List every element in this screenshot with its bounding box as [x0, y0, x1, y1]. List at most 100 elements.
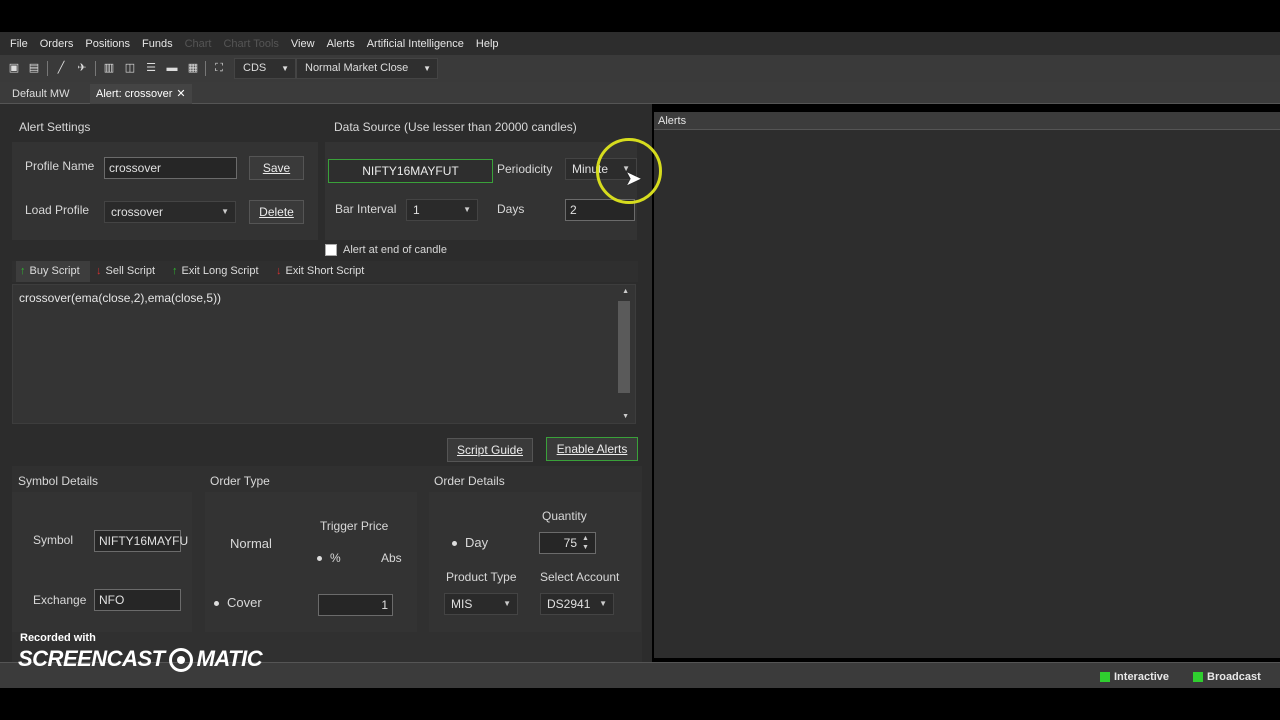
expand-icon[interactable]: ⛶: [212, 61, 226, 75]
tab-exit-short-script-label: Exit Short Script: [285, 265, 365, 277]
exchange-select[interactable]: CDS ▼: [234, 58, 296, 79]
exchange-label: Exchange: [33, 593, 87, 607]
trigger-price-input[interactable]: 1: [318, 594, 393, 616]
tab-default-mw-label: Default MW: [12, 88, 70, 100]
inbox-icon[interactable]: ◫: [123, 61, 137, 75]
menu-view[interactable]: View: [291, 38, 315, 50]
save-button[interactable]: Save: [249, 156, 304, 180]
interactive-label: Interactive: [1114, 671, 1170, 683]
status-led-icon: [1100, 672, 1110, 683]
broadcast-status: Broadcast: [1193, 668, 1261, 686]
load-profile-select[interactable]: crossover ▼: [104, 201, 236, 223]
symbol-input[interactable]: NIFTY16MAYFU: [94, 530, 188, 552]
end-of-candle-label: Alert at end of candle: [343, 244, 447, 256]
scroll-down-icon[interactable]: ▼: [622, 413, 629, 420]
scrollbar-thumb[interactable]: [618, 301, 630, 393]
percent-option[interactable]: %: [317, 551, 341, 565]
day-option[interactable]: Day: [452, 535, 488, 550]
save-icon[interactable]: ▤: [27, 61, 41, 75]
book-icon[interactable]: ▥: [102, 61, 116, 75]
alerts-panel-header: Alerts: [654, 112, 1280, 130]
product-type-select[interactable]: MIS ▼: [444, 593, 518, 615]
chart-icon[interactable]: ╱: [54, 61, 68, 75]
load-profile-value: crossover: [111, 205, 164, 219]
quantity-value: 75: [563, 536, 577, 550]
tab-alert-crossover[interactable]: Alert: crossover ✕: [90, 84, 192, 104]
radio-selected-icon: [214, 601, 219, 607]
select-account-value: DS2941: [547, 597, 591, 611]
market-select-value: Normal Market Close: [305, 62, 409, 74]
market-select[interactable]: Normal Market Close ▼: [296, 58, 438, 79]
chevron-down-icon: ▼: [463, 205, 471, 214]
chevron-down-icon: ▼: [599, 599, 607, 608]
close-icon[interactable]: ✕: [176, 88, 185, 100]
menu-file[interactable]: File: [10, 38, 28, 50]
bottom-letterbox: [0, 688, 1280, 720]
arrow-up-icon: ↑: [172, 265, 178, 277]
abs-option[interactable]: Abs: [381, 551, 402, 565]
menu-alerts[interactable]: Alerts: [327, 38, 355, 50]
normal-option[interactable]: Normal: [230, 536, 272, 551]
tab-buy-script[interactable]: ↑ Buy Script: [16, 261, 90, 282]
menu-orders[interactable]: Orders: [40, 38, 74, 50]
script-content[interactable]: crossover(ema(close,2),ema(close,5)): [19, 291, 221, 305]
cover-label: Cover: [227, 595, 262, 610]
stepper-arrows-icon[interactable]: ▲ ▼: [582, 534, 589, 552]
minus-box-icon[interactable]: ▬: [165, 61, 179, 75]
tab-strip: Default MW Alert: crossover ✕: [0, 82, 1280, 104]
quantity-label: Quantity: [542, 509, 587, 523]
data-source-title: Data Source (Use lesser than 20000 candl…: [334, 120, 577, 134]
broadcast-label: Broadcast: [1207, 671, 1261, 683]
exchange-select-value: CDS: [243, 62, 267, 74]
data-source-box: [325, 142, 637, 240]
toolbar-separator: [95, 61, 96, 76]
list-icon[interactable]: ☰: [144, 61, 158, 75]
menu-help[interactable]: Help: [476, 38, 499, 50]
radio-selected-icon: [317, 556, 322, 562]
script-tabs: ↑ Buy Script ↓ Sell Script ↑ Exit Long Scri…: [12, 261, 638, 282]
load-profile-label: Load Profile: [25, 203, 90, 217]
day-label: Day: [465, 535, 489, 550]
menu-positions[interactable]: Positions: [85, 38, 130, 50]
delete-button[interactable]: Delete: [249, 200, 304, 224]
script-editor[interactable]: crossover(ema(close,2),ema(close,5)) ▲ ▼: [12, 284, 636, 424]
screencast-matic-logo: SCREENCAST MATIC: [18, 646, 263, 673]
tab-alert-crossover-label: Alert: crossover: [96, 88, 173, 100]
brand-right-text: MATIC: [196, 646, 263, 671]
enable-alerts-button[interactable]: Enable Alerts: [546, 437, 638, 461]
select-account-select[interactable]: DS2941 ▼: [540, 593, 614, 615]
cover-option[interactable]: Cover: [214, 595, 262, 610]
bar-interval-label: Bar Interval: [335, 202, 397, 216]
periodicity-label: Periodicity: [497, 162, 553, 176]
bar-interval-select[interactable]: 1 ▼: [406, 199, 478, 221]
menu-chart-tools: Chart Tools: [223, 37, 279, 50]
exchange-input[interactable]: NFO: [94, 589, 181, 611]
order-details-title: Order Details: [434, 474, 505, 488]
new-window-icon[interactable]: ▣: [7, 61, 21, 75]
tab-exit-long-script[interactable]: ↑ Exit Long Script: [168, 261, 268, 282]
menu-artificial-intelligence[interactable]: Artificial Intelligence: [367, 38, 464, 50]
tab-exit-long-script-label: Exit Long Script: [181, 265, 259, 277]
menu-funds[interactable]: Funds: [142, 38, 173, 50]
script-guide-button[interactable]: Script Guide: [447, 438, 533, 462]
toolbar: ▣ ▤ ╱ ✈ ▥ ◫ ☰ ▬ ▦ ⛶ CDS ▼ Normal Market …: [0, 55, 1280, 82]
product-type-label: Product Type: [446, 570, 517, 584]
order-type-title: Order Type: [210, 474, 270, 488]
symbol-select-button[interactable]: NIFTY16MAYFUT: [328, 159, 493, 183]
tab-default-mw[interactable]: Default MW: [6, 84, 75, 104]
status-led-icon: [1193, 672, 1203, 683]
alert-settings-title: Alert Settings: [19, 120, 91, 134]
scroll-up-icon[interactable]: ▲: [622, 288, 629, 295]
end-of-candle-checkbox[interactable]: [325, 244, 337, 256]
symbol-label: Symbol: [33, 533, 74, 547]
briefcase-icon[interactable]: ▦: [186, 61, 200, 75]
tab-sell-script[interactable]: ↓ Sell Script: [92, 261, 164, 282]
mouse-pointer-icon: ➤: [625, 168, 642, 190]
arrow-down-icon: ↓: [96, 265, 102, 277]
trigger-price-label: Trigger Price: [320, 519, 389, 533]
chevron-down-icon: ▼: [423, 64, 431, 73]
rocket-icon[interactable]: ✈: [75, 61, 89, 75]
profile-name-input[interactable]: crossover: [104, 157, 237, 179]
arrow-down-icon: ↓: [276, 265, 282, 277]
tab-exit-short-script[interactable]: ↓ Exit Short Script: [272, 261, 376, 282]
